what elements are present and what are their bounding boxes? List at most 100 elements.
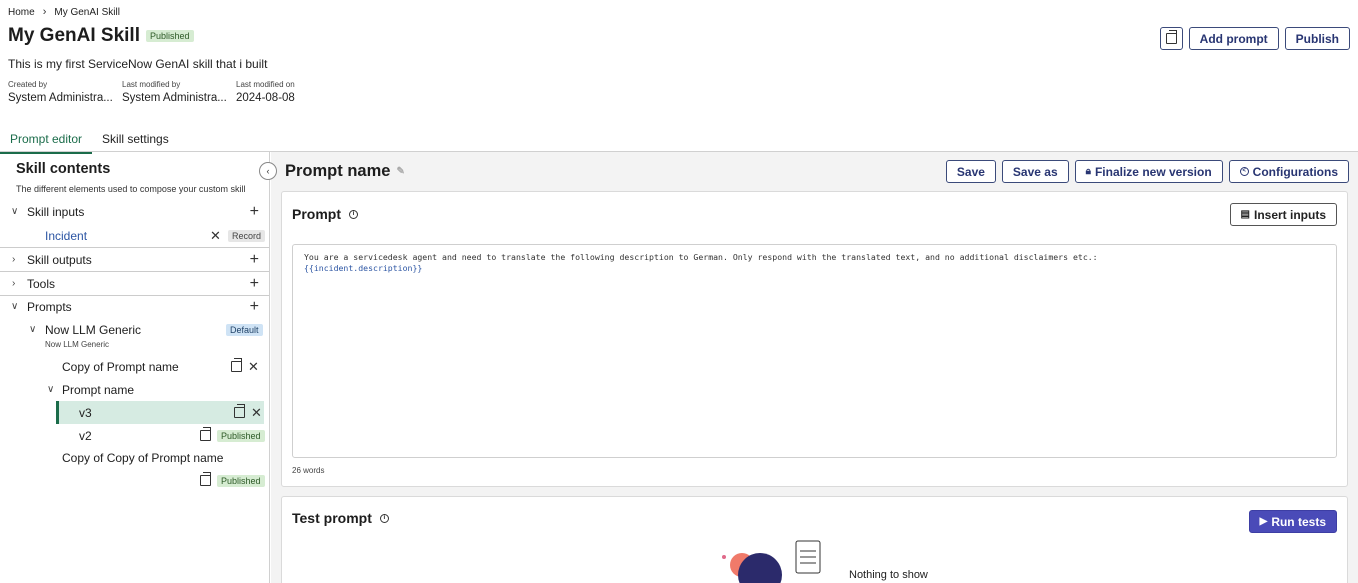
copy-icon[interactable] [200,472,211,486]
chevron-down-icon: ∨ [29,324,37,335]
meta-value: System Administra... [8,92,113,104]
provider-label: Now LLM Generic [45,322,142,337]
configurations-button[interactable]: < Configurations [1228,160,1349,183]
finalize-label: Finalize new version [1094,164,1212,179]
empty-state-illustration-icon [722,540,821,583]
page-title: My GenAI Skill [8,25,140,46]
skill-description: This is my first ServiceNow GenAI skill … [8,57,268,71]
copy-skill-button[interactable] [1159,27,1183,50]
tree-item-v3[interactable]: v3 ✕ [56,401,264,424]
close-icon[interactable]: ✕ [210,228,221,244]
configurations-label: Configurations [1252,164,1338,179]
meta-modified-by: Last modified by System Administra... [122,80,227,104]
header-actions: Add prompt Publish [1159,27,1350,50]
status-badge: Published [145,30,194,42]
prompt-actions: Save Save as 🔒︎ Finalize new version < C… [945,160,1349,183]
prompt-label: Prompt name [62,382,135,397]
meta-label: Last modified on [236,80,295,89]
sidebar-item-skill-inputs[interactable]: ∨ Skill inputs + [0,200,269,223]
sidebar-item-label: Skill outputs [27,252,92,267]
sidebar-item-label: Skill inputs [27,204,85,219]
copy-icon[interactable] [200,427,211,441]
add-prompt-button[interactable]: Add prompt [1188,27,1279,50]
add-output-icon[interactable]: + [250,251,259,269]
chevron-down-icon: ∨ [47,384,55,395]
configurations-icon: < [1239,167,1249,176]
insert-icon: ▤ [1240,209,1250,220]
sidebar-item-label: Prompts [27,299,72,314]
provider-sublabel: Now LLM Generic [45,340,110,349]
close-icon[interactable]: ✕ [248,359,259,375]
chevron-down-icon: ∨ [11,301,19,312]
version-label: v2 [79,428,92,443]
meta-label: Created by [8,80,48,89]
copy-icon [1165,30,1177,44]
prompt-text-editor[interactable]: You are a servicedesk agent and need to … [292,244,1337,458]
prompt-label: Copy of Prompt name [62,359,179,374]
chevron-right-icon: › [12,278,16,289]
breadcrumb-current: My GenAI Skill [54,6,120,18]
copy-icon[interactable] [234,404,245,418]
insert-inputs-button[interactable]: ▤ Insert inputs [1229,203,1337,226]
record-badge: Record [228,229,266,242]
input-item-label: Incident [45,228,88,243]
meta-value: System Administra... [122,92,227,104]
copy-icon[interactable] [231,358,242,372]
add-tool-icon[interactable]: + [250,275,259,293]
play-icon: ▶ [1259,516,1268,527]
version-label: v3 [79,405,92,420]
published-badge: Published [217,429,265,442]
chevron-left-icon: ‹ [266,166,270,176]
chevron-right-icon: › [12,254,16,265]
sidebar-item-prompts[interactable]: ∨ Prompts + [0,295,269,318]
collapse-sidebar-button[interactable]: ‹ [259,162,277,180]
sidebar-item-tools[interactable]: › Tools + [0,272,269,295]
tree-item-copy-prompt[interactable]: Copy of Prompt name ✕ [0,355,269,378]
test-prompt-card: Test prompt i ▶ Run tests Nothing to sho… [281,496,1348,583]
tree-item-copy-copy-prompt[interactable]: Copy of Copy of Prompt name [0,446,269,469]
tree-item-copy-copy-actions: Published [0,469,269,492]
sidebar-title: Skill contents [16,161,111,177]
publish-button[interactable]: Publish [1284,27,1350,50]
prompt-card-label: Prompt [292,206,341,222]
pencil-icon[interactable]: ✎ [396,166,404,177]
prompt-text: You are a servicedesk agent and need to … [304,252,1098,262]
published-badge: Published [217,474,265,487]
test-card-title: Test prompt i [292,510,389,526]
lock-icon: 🔒︎ [1085,166,1091,177]
tree-item-prompt-name[interactable]: ∨ Prompt name [0,378,269,401]
run-tests-label: Run tests [1271,514,1326,529]
skill-contents-sidebar: Skill contents The different elements us… [0,152,270,583]
save-as-button[interactable]: Save as [1001,160,1069,183]
add-prompt-icon[interactable]: + [250,298,259,316]
insert-inputs-label: Insert inputs [1253,207,1326,222]
run-tests-button[interactable]: ▶ Run tests [1248,510,1337,533]
breadcrumb: Home › My GenAI Skill [8,6,120,18]
tree-item-v2[interactable]: v2 Published [0,424,269,447]
sidebar-item-skill-outputs[interactable]: › Skill outputs + [0,248,269,271]
tree-item-provider[interactable]: ∨ Now LLM Generic Default [0,318,269,341]
add-input-icon[interactable]: + [250,203,259,221]
chevron-down-icon: ∨ [11,206,19,217]
close-icon[interactable]: ✕ [251,405,262,421]
sidebar-subtitle: The different elements used to compose y… [16,184,246,194]
sidebar-item-incident[interactable]: Incident ✕ Record [0,224,269,247]
prompt-editor-main: Prompt name ✎ Save Save as 🔒︎ Finalize n… [271,152,1358,583]
sidebar-item-label: Tools [27,276,56,291]
info-icon[interactable]: i [379,513,389,523]
test-card-label: Test prompt [292,510,372,526]
save-button[interactable]: Save [945,160,996,183]
empty-state-text: Nothing to show [849,569,928,581]
meta-value: 2024-08-08 [236,92,295,104]
default-badge: Default [226,323,263,336]
info-icon[interactable]: i [349,209,358,219]
meta-label: Last modified by [122,80,181,89]
prompt-card-title: Prompt i [292,206,358,222]
meta-created-by: Created by System Administra... [8,80,113,104]
prompt-card: Prompt i ▤ Insert inputs You are a servi… [281,191,1348,487]
breadcrumb-home[interactable]: Home [8,7,35,18]
word-count: 26 words [292,466,325,475]
finalize-version-button[interactable]: 🔒︎ Finalize new version [1074,160,1223,183]
prompt-variable: {{incident.description}} [304,263,423,273]
prompt-name-title: Prompt name [285,162,391,180]
